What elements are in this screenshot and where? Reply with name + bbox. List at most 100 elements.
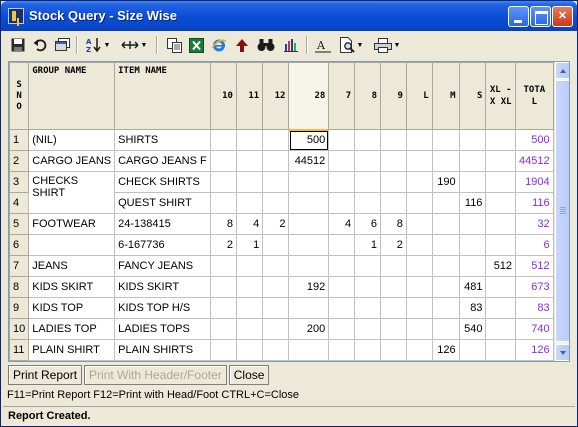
group-name-cell[interactable]: LADIES TOP [28,318,116,340]
size-qty-cell[interactable] [380,192,407,214]
size-qty-cell[interactable] [354,192,382,214]
size-qty-cell[interactable]: 8 [380,213,407,235]
size-qty-cell[interactable] [458,171,487,193]
row-number-cell[interactable]: 3 [9,171,30,193]
size-qty-cell[interactable] [209,297,237,319]
size-qty-cell[interactable] [354,276,382,298]
size-qty-cell[interactable]: 481 [458,276,487,298]
col-header-size-9[interactable]: 9 [380,62,407,130]
text-icon[interactable]: A [313,35,333,55]
minimize-button[interactable] [508,6,529,27]
size-qty-cell[interactable] [288,192,330,214]
size-qty-cell[interactable] [354,339,382,361]
item-name-cell[interactable]: 6-167736 [114,234,211,256]
col-header-size-12[interactable]: 12 [262,62,290,130]
size-qty-cell[interactable] [431,318,460,340]
size-qty-cell[interactable] [262,150,290,172]
size-qty-cell[interactable] [328,234,356,256]
size-qty-cell[interactable]: 540 [458,318,487,340]
printer-icon[interactable]: ▼ [371,35,403,55]
item-name-cell[interactable]: CARGO JEANS F [114,150,211,172]
undo-icon[interactable] [31,35,49,55]
printer-dropdown-caret[interactable]: ▼ [394,42,401,49]
row-number-cell[interactable]: 5 [9,213,30,235]
size-qty-cell[interactable] [485,276,517,298]
size-qty-cell[interactable] [405,255,433,277]
col-header-size-28[interactable]: 28 [288,62,330,131]
close-button[interactable]: Close [228,365,270,385]
size-qty-cell[interactable]: 4 [235,213,264,235]
size-qty-cell[interactable] [262,171,290,193]
total-cell[interactable]: 6 [515,234,554,256]
size-qty-cell[interactable] [328,129,356,151]
item-name-cell[interactable]: 24-138415 [114,213,211,235]
size-qty-cell[interactable] [354,171,382,193]
size-qty-cell[interactable] [485,192,517,214]
size-qty-cell[interactable] [262,276,290,298]
size-qty-cell[interactable] [288,171,330,193]
size-qty-cell[interactable] [458,339,487,361]
size-qty-cell[interactable] [405,360,433,361]
size-qty-cell[interactable]: 1 [235,234,264,256]
size-qty-cell[interactable]: 126 [431,339,460,361]
size-qty-cell[interactable] [262,339,290,361]
table-row[interactable]: 7 JEANS FANCY JEANS 512 512 [9,255,569,277]
size-qty-cell[interactable] [354,129,382,151]
size-qty-cell[interactable] [235,360,264,361]
size-qty-cell[interactable] [235,171,264,193]
size-qty-cell[interactable] [380,276,407,298]
size-qty-cell[interactable] [458,213,487,235]
table-row[interactable]: 6 6-167736 2 1 1 2 6 [9,234,569,256]
size-qty-cell[interactable] [235,192,264,214]
total-cell[interactable]: 500 [515,129,554,151]
col-header-size-10[interactable]: 10 [209,62,237,130]
size-qty-cell[interactable] [431,297,460,319]
size-qty-cell[interactable] [458,255,487,277]
col-header-size-xl-xxl[interactable]: XL -X XL [485,62,517,130]
size-qty-cell[interactable] [209,192,237,214]
size-qty-cell[interactable] [262,297,290,319]
column-width-dropdown-caret[interactable]: ▼ [141,42,148,49]
size-qty-cell[interactable] [380,339,407,361]
size-qty-cell[interactable] [328,360,356,361]
scroll-down-button[interactable] [555,344,569,361]
table-row[interactable]: 5 FOOTWEAR 24-138415 8 4 2 4 6 8 32 [9,213,569,235]
size-qty-cell[interactable]: 6 [354,213,382,235]
size-qty-cell[interactable] [235,255,264,277]
size-qty-cell[interactable] [485,213,517,235]
row-number-cell[interactable]: 2 [9,150,30,172]
scroll-thumb[interactable] [555,80,569,342]
size-qty-cell[interactable] [328,192,356,214]
size-qty-cell[interactable] [209,339,237,361]
size-qty-cell[interactable]: 4 [328,213,356,235]
size-qty-cell[interactable] [209,255,237,277]
maximize-button[interactable] [530,6,551,27]
size-qty-cell[interactable] [288,360,330,361]
size-qty-cell[interactable] [288,339,330,361]
row-number-cell[interactable]: 9 [9,297,30,319]
size-qty-cell[interactable] [458,234,487,256]
size-qty-cell[interactable] [431,234,460,256]
group-name-cell[interactable]: (NIL) [28,129,116,151]
row-number-cell[interactable]: 7 [9,255,30,277]
print-with-header-footer-button[interactable]: Print With Header/Footer [84,365,227,385]
print-preview-dropdown-caret[interactable]: ▼ [357,42,364,49]
total-cell[interactable]: 512 [515,255,554,277]
table-row[interactable]: 9 KIDS TOP KIDS TOP H/S 83 83 [9,297,569,319]
row-number-cell[interactable]: 10 [9,318,30,340]
size-qty-cell[interactable] [485,234,517,256]
size-qty-cell[interactable]: 403 [458,360,487,361]
size-qty-cell[interactable] [354,255,382,277]
size-qty-cell[interactable] [431,360,460,361]
size-qty-cell[interactable] [485,360,517,361]
size-qty-cell[interactable] [262,318,290,340]
group-name-cell[interactable] [28,234,116,256]
group-name-cell[interactable]: CARGO JEANS [28,150,116,172]
group-name-cell[interactable]: KIDS SKIRT [28,276,116,298]
size-qty-cell[interactable] [431,213,460,235]
title-bar[interactable]: Stock Query - Size Wise ✕ [1,1,577,31]
size-qty-cell[interactable] [405,192,433,214]
item-name-cell[interactable]: LADIES TOPS [114,318,211,340]
item-name-cell[interactable]: FANCY JEANS [114,255,211,277]
table-row[interactable]: 3 CHECKS SHIRT CHECK SHIRTS 190 1904 [9,171,569,214]
